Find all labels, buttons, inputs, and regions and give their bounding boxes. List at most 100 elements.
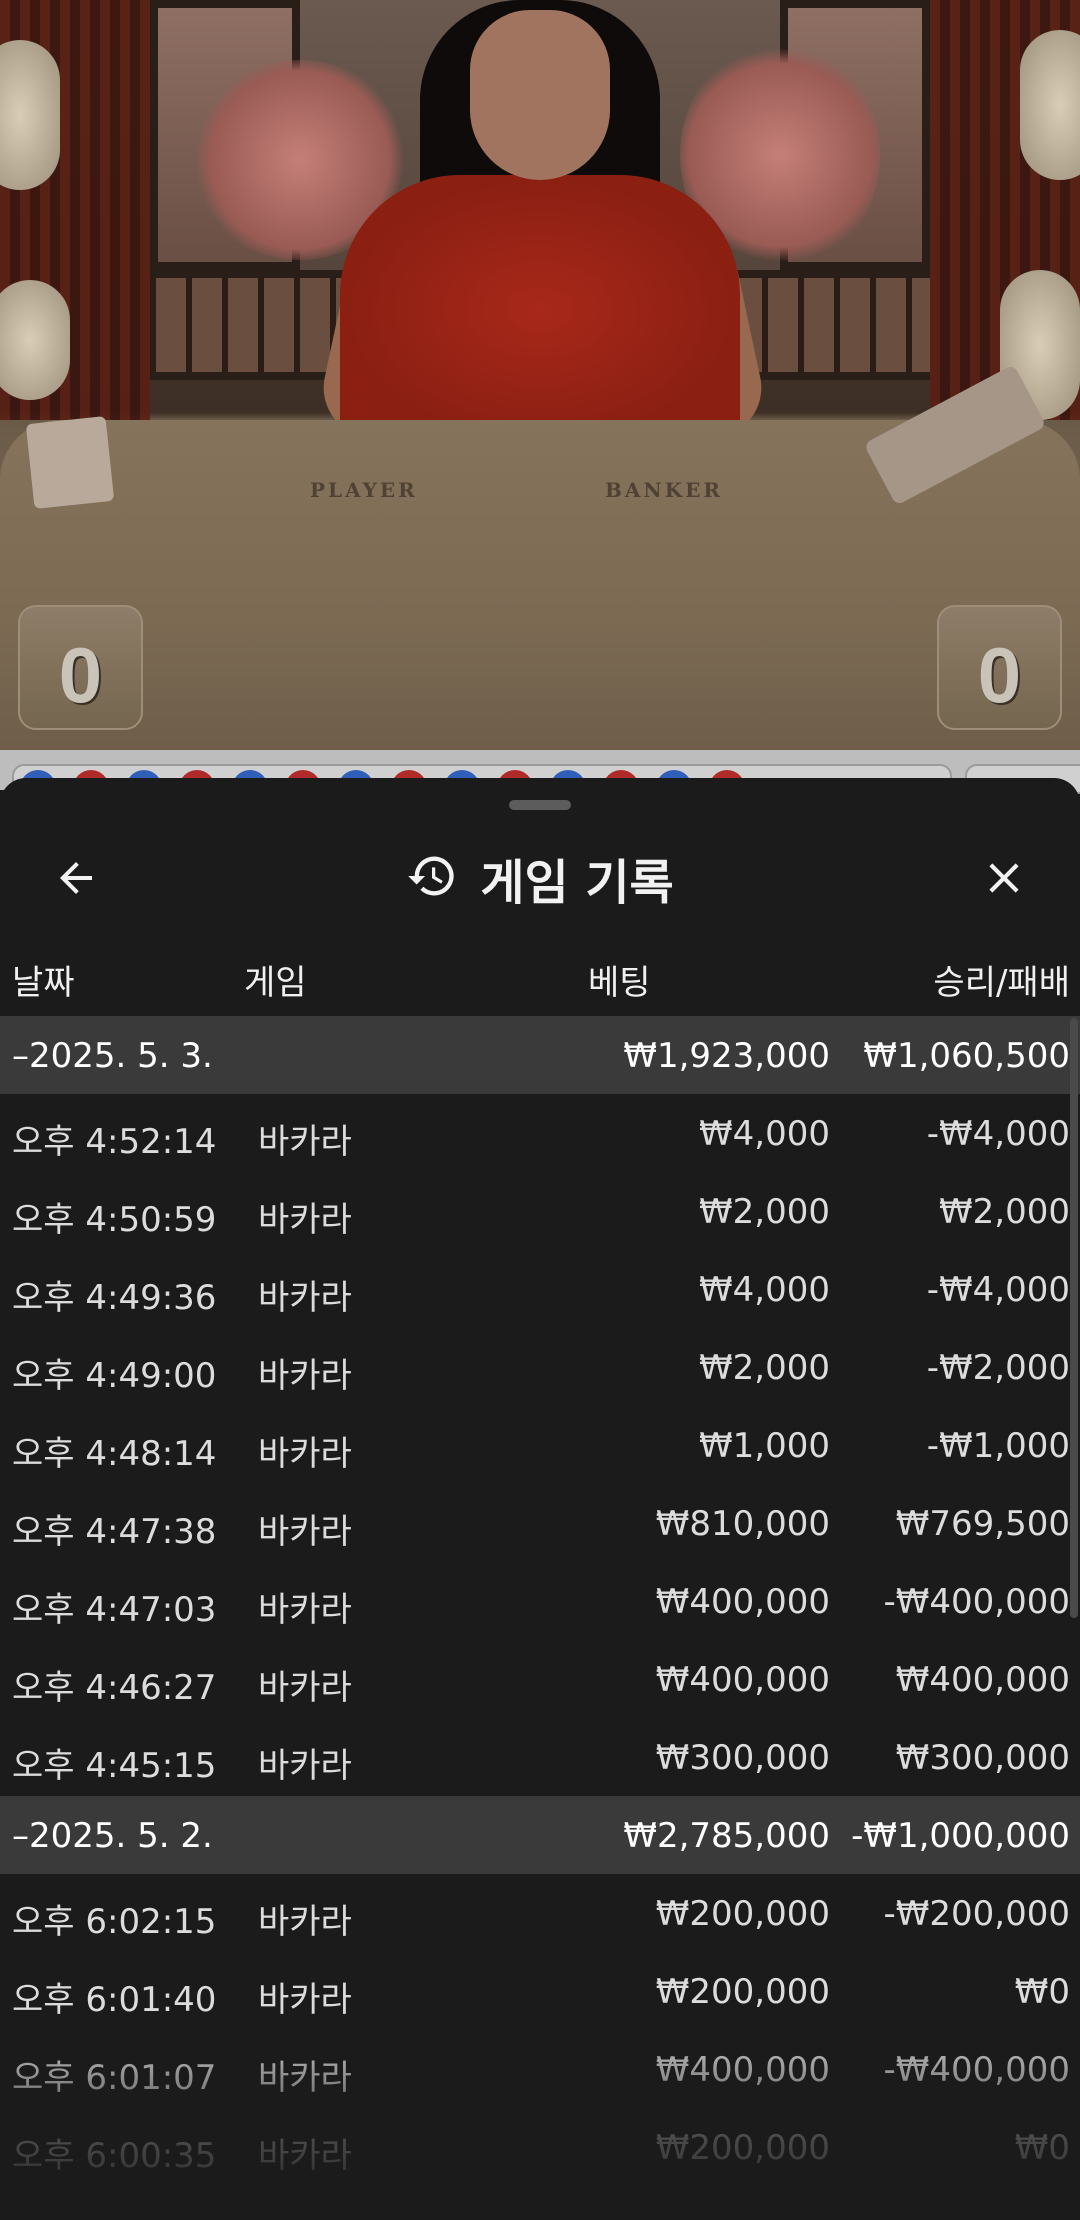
row-time: 오후 4:49:36 bbox=[12, 1278, 217, 1318]
row-bet: ₩4,000 bbox=[699, 1270, 830, 1310]
row-game: 바카라 bbox=[258, 1668, 352, 1708]
group-result-total: -₩1,000,000 bbox=[851, 1816, 1070, 1856]
player-label: PLAYER bbox=[310, 478, 418, 502]
row-bet: ₩4,000 bbox=[699, 1114, 830, 1154]
row-result: -₩4,000 bbox=[926, 1270, 1070, 1310]
lantern-left-bottom bbox=[0, 280, 70, 400]
row-result: ₩0 bbox=[1014, 1972, 1070, 2012]
row-result: ₩2,000 bbox=[939, 1192, 1070, 1232]
player-score: 0 bbox=[58, 631, 103, 719]
dealer-face bbox=[470, 10, 610, 180]
row-time: 오후 4:47:38 bbox=[12, 1512, 217, 1552]
history-row[interactable]: 오후 4:47:38 바카라 ₩810,000 ₩769,500 bbox=[0, 1484, 1080, 1562]
row-game: 바카라 bbox=[258, 1590, 352, 1630]
lantern-left-top bbox=[0, 40, 60, 190]
row-result: ₩300,000 bbox=[895, 1738, 1070, 1778]
group-bet-total: ₩2,785,000 bbox=[623, 1816, 830, 1856]
scrollbar[interactable] bbox=[1070, 1018, 1078, 1618]
row-bet: ₩300,000 bbox=[655, 1738, 830, 1778]
group-bet-total: ₩1,923,000 bbox=[623, 1036, 830, 1076]
row-bet: ₩2,000 bbox=[699, 1348, 830, 1388]
column-headers: 날짜 게임 베팅 승리/패배 bbox=[0, 943, 1080, 1013]
row-time: 오후 6:01:07 bbox=[12, 2058, 217, 2098]
row-game: 바카라 bbox=[258, 1512, 352, 1552]
history-row[interactable]: 오후 4:46:27 바카라 ₩400,000 ₩400,000 bbox=[0, 1640, 1080, 1718]
row-game: 바카라 bbox=[258, 1980, 352, 2020]
row-game: 바카라 bbox=[258, 1356, 352, 1396]
row-game: 바카라 bbox=[258, 2058, 352, 2098]
row-time: 오후 4:47:03 bbox=[12, 1590, 217, 1630]
row-time: 오후 4:45:15 bbox=[12, 1746, 217, 1786]
row-time: 오후 4:50:59 bbox=[12, 1200, 217, 1240]
column-result: 승리/패배 bbox=[933, 963, 1070, 1003]
history-icon bbox=[406, 850, 458, 906]
history-row[interactable]: 오후 6:01:40 바카라 ₩200,000 ₩0 bbox=[0, 1952, 1080, 2030]
title-group: 게임 기록 bbox=[0, 818, 1080, 938]
card-deck bbox=[25, 416, 115, 509]
row-time: 오후 6:02:15 bbox=[12, 1902, 217, 1942]
row-time: 오후 4:46:27 bbox=[12, 1668, 217, 1708]
row-result: ₩0 bbox=[1014, 2128, 1070, 2168]
column-bet: 베팅 bbox=[588, 963, 651, 1003]
close-button[interactable] bbox=[968, 842, 1040, 914]
history-row[interactable]: 오후 4:49:36 바카라 ₩4,000 -₩4,000 bbox=[0, 1250, 1080, 1328]
row-bet: ₩200,000 bbox=[655, 2128, 830, 2168]
group-date: –2025. 5. 3. bbox=[12, 1036, 213, 1076]
row-result: -₩400,000 bbox=[883, 2050, 1071, 2090]
row-game: 바카라 bbox=[258, 1434, 352, 1474]
row-game: 바카라 bbox=[258, 1200, 352, 1240]
row-bet: ₩400,000 bbox=[655, 1660, 830, 1700]
history-row[interactable]: 오후 4:45:15 바카라 ₩300,000 ₩300,000 bbox=[0, 1718, 1080, 1796]
row-game: 바카라 bbox=[258, 1122, 352, 1162]
history-row[interactable]: 오후 4:47:03 바카라 ₩400,000 -₩400,000 bbox=[0, 1562, 1080, 1640]
row-game: 바카라 bbox=[258, 1746, 352, 1786]
history-row[interactable]: 오후 4:49:00 바카라 ₩2,000 -₩2,000 bbox=[0, 1328, 1080, 1406]
row-result: ₩400,000 bbox=[895, 1660, 1070, 1700]
row-bet: ₩2,000 bbox=[699, 1192, 830, 1232]
dealer-body bbox=[340, 175, 740, 445]
row-bet: ₩400,000 bbox=[655, 1582, 830, 1622]
history-list[interactable]: –2025. 5. 3. ₩1,923,000 ₩1,060,500 오후 4:52:… bbox=[0, 1016, 1080, 2220]
row-bet: ₩200,000 bbox=[655, 1894, 830, 1934]
row-game: 바카라 bbox=[258, 1278, 352, 1318]
date-group-row[interactable]: –2025. 5. 3. ₩1,923,000 ₩1,060,500 bbox=[0, 1016, 1080, 1094]
row-time: 오후 4:49:00 bbox=[12, 1356, 217, 1396]
row-result: -₩400,000 bbox=[883, 1582, 1071, 1622]
row-result: -₩200,000 bbox=[883, 1894, 1071, 1934]
banker-score: 0 bbox=[977, 631, 1022, 719]
row-bet: ₩810,000 bbox=[655, 1504, 830, 1544]
row-game: 바카라 bbox=[258, 1902, 352, 1942]
lantern-right-top bbox=[1020, 30, 1080, 180]
row-result: -₩4,000 bbox=[926, 1114, 1070, 1154]
banker-label: BANKER bbox=[605, 478, 723, 502]
game-history-sheet: 게임 기록 날짜 게임 베팅 승리/패배 –2025. 5. 3. ₩1,923,… bbox=[0, 778, 1080, 2220]
history-row[interactable]: 오후 6:01:07 바카라 ₩400,000 -₩400,000 bbox=[0, 2030, 1080, 2108]
column-date: 날짜 bbox=[12, 963, 75, 1003]
drag-handle[interactable] bbox=[509, 800, 571, 810]
page-title: 게임 기록 bbox=[480, 855, 674, 911]
history-row[interactable]: 오후 4:48:14 바카라 ₩1,000 -₩1,000 bbox=[0, 1406, 1080, 1484]
row-result: -₩1,000 bbox=[926, 1426, 1070, 1466]
row-time: 오후 4:52:14 bbox=[12, 1122, 217, 1162]
history-row[interactable]: 오후 4:52:14 바카라 ₩4,000 -₩4,000 bbox=[0, 1094, 1080, 1172]
history-row[interactable]: 오후 4:50:59 바카라 ₩2,000 ₩2,000 bbox=[0, 1172, 1080, 1250]
date-group-row[interactable]: –2025. 5. 2. ₩2,785,000 -₩1,000,000 bbox=[0, 1796, 1080, 1874]
row-time: 오후 4:48:14 bbox=[12, 1434, 217, 1474]
live-video[interactable]: PLAYER BANKER 0 0 bbox=[0, 0, 1080, 750]
history-row[interactable]: 오후 6:00:35 바카라 ₩200,000 ₩0 bbox=[0, 2108, 1080, 2186]
row-result: ₩769,500 bbox=[895, 1504, 1070, 1544]
sheet-header: 게임 기록 bbox=[0, 818, 1080, 938]
group-result-total: ₩1,060,500 bbox=[863, 1036, 1070, 1076]
row-bet: ₩1,000 bbox=[699, 1426, 830, 1466]
group-date: –2025. 5. 2. bbox=[12, 1816, 213, 1856]
row-game: 바카라 bbox=[258, 2136, 352, 2176]
row-time: 오후 6:00:35 bbox=[12, 2136, 217, 2176]
back-button[interactable] bbox=[40, 842, 112, 914]
close-icon bbox=[989, 863, 1019, 893]
row-result: -₩2,000 bbox=[926, 1348, 1070, 1388]
row-bet: ₩400,000 bbox=[655, 2050, 830, 2090]
row-bet: ₩200,000 bbox=[655, 1972, 830, 2012]
row-time: 오후 6:01:40 bbox=[12, 1980, 217, 2020]
history-row[interactable]: 오후 6:02:15 바카라 ₩200,000 -₩200,000 bbox=[0, 1874, 1080, 1952]
arrow-left-icon bbox=[60, 862, 92, 894]
